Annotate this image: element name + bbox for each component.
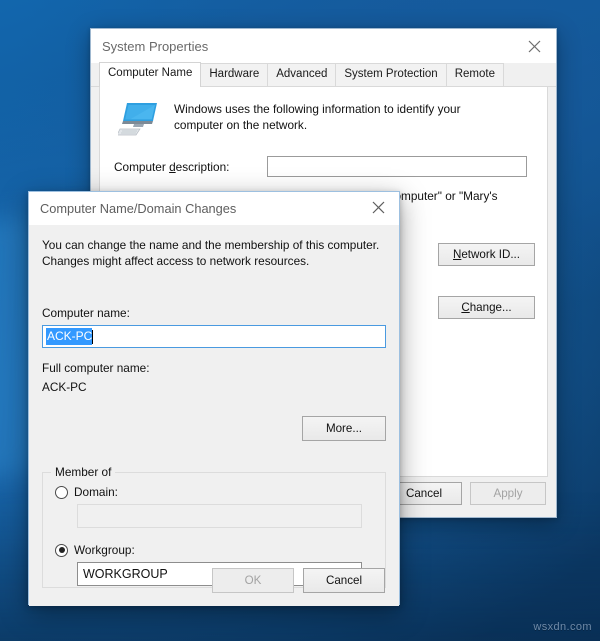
system-properties-titlebar: System Properties	[91, 29, 556, 63]
domain-dialog-description-line2: Changes might affect access to network r…	[42, 254, 310, 268]
tab-remote[interactable]: Remote	[445, 63, 504, 86]
network-id-button[interactable]: Network ID...	[438, 243, 535, 266]
change-button[interactable]: Change...	[438, 296, 535, 319]
intro-row: Windows uses the following information t…	[114, 99, 533, 137]
close-icon[interactable]	[512, 29, 556, 63]
computer-description-label: Computer description:	[114, 159, 230, 174]
domain-input	[77, 504, 362, 528]
computer-name-value: ACK-PC	[46, 328, 93, 345]
tab-advanced[interactable]: Advanced	[267, 63, 337, 86]
tab-hardware[interactable]: Hardware	[200, 63, 269, 86]
intro-text: Windows uses the following information t…	[174, 102, 461, 132]
text-caret	[92, 329, 94, 344]
full-computer-name-value: ACK-PC	[42, 380, 87, 394]
domain-dialog-cancel-button[interactable]: Cancel	[303, 567, 385, 593]
desktop-background: System Properties Computer Name Hardware…	[0, 0, 600, 641]
system-properties-tabstrip: Computer Name Hardware Advanced System P…	[91, 62, 556, 87]
system-properties-apply-button: Apply	[470, 482, 546, 505]
system-properties-title: System Properties	[102, 38, 209, 54]
domain-dialog-ok-button: OK	[212, 567, 294, 593]
domain-dialog-titlebar: Computer Name/Domain Changes	[29, 192, 399, 225]
computer-name-label: Computer name:	[42, 306, 130, 320]
tab-system-protection[interactable]: System Protection	[335, 63, 447, 86]
domain-radio-button[interactable]	[55, 485, 68, 499]
computer-description-input[interactable]	[267, 156, 527, 177]
domain-radio-label: Domain:	[74, 485, 118, 499]
close-icon[interactable]	[357, 192, 399, 222]
watermark: wsxdn.com	[533, 621, 592, 633]
domain-dialog-button-bar: OK Cancel	[29, 554, 399, 606]
domain-dialog-description-line1: You can change the name and the membersh…	[42, 238, 380, 252]
computer-name-input[interactable]: ACK-PC	[42, 325, 386, 348]
domain-dialog-title: Computer Name/Domain Changes	[40, 201, 237, 216]
tab-computer-name[interactable]: Computer Name	[99, 62, 202, 87]
domain-dialog-body: You can change the name and the membersh…	[29, 225, 399, 606]
member-of-group-title: Member of	[51, 465, 116, 479]
computer-description-row: Computer description:	[114, 156, 533, 177]
full-computer-name-label: Full computer name:	[42, 361, 150, 375]
computer-name-domain-changes-dialog: Computer Name/Domain Changes You can cha…	[28, 191, 400, 606]
computer-monitor-icon	[116, 101, 160, 137]
domain-radio-row[interactable]: Domain:	[55, 485, 373, 499]
more-button[interactable]: More...	[302, 416, 386, 441]
